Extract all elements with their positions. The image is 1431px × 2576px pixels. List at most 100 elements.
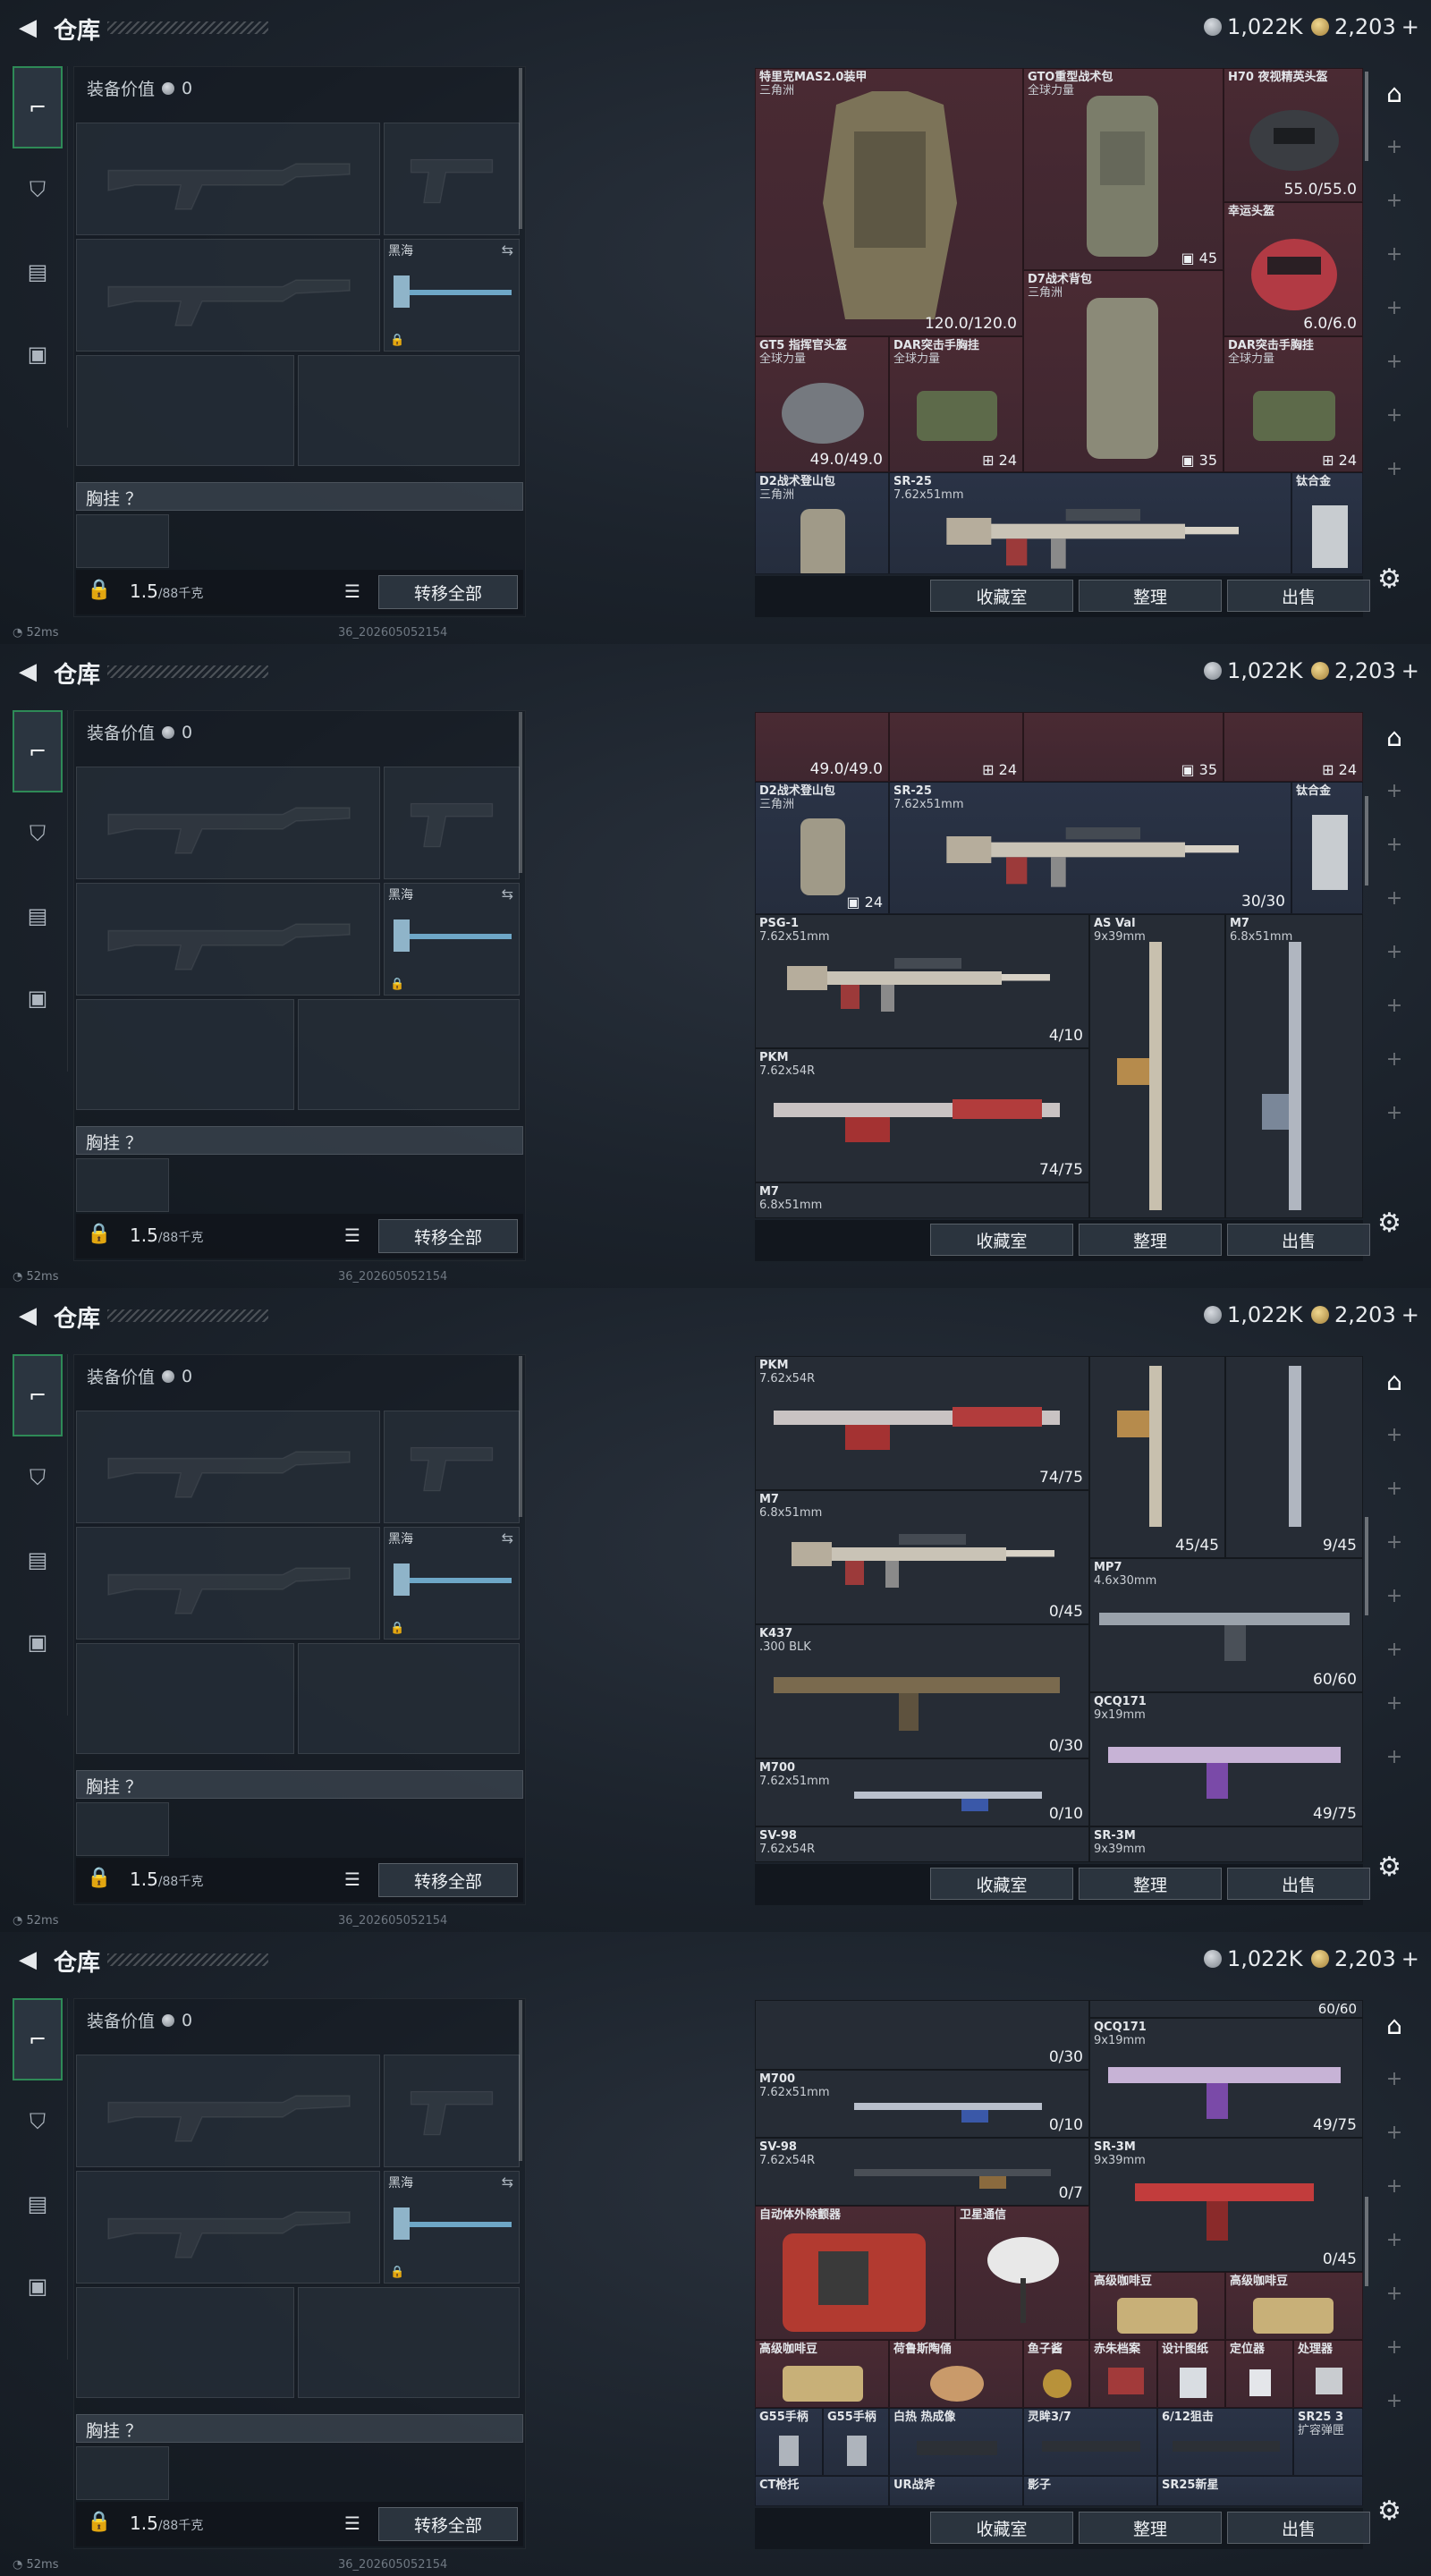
item-m7[interactable]: M7 6.8x51mm bbox=[1225, 914, 1363, 1218]
pistol-slot[interactable] bbox=[384, 2055, 520, 2167]
item-grip[interactable]: G55手柄 bbox=[755, 2408, 823, 2476]
item-nv-helmet[interactable]: H70 夜视精英头盔 55.0/55.0 bbox=[1224, 68, 1363, 202]
tab-armor[interactable]: ⛉ bbox=[13, 148, 63, 231]
item-sv98[interactable]: SV-98 7.62x54R 0/7 bbox=[755, 2138, 1089, 2206]
helmet-slot[interactable] bbox=[76, 999, 294, 1110]
add-storage-icon[interactable]: + bbox=[1374, 925, 1415, 979]
chest-rig-slot[interactable] bbox=[76, 1802, 169, 1856]
tab-clipboard[interactable]: ▤ bbox=[13, 1519, 63, 1601]
transfer-all-button[interactable]: 转移全部 bbox=[378, 575, 518, 609]
add-storage-icon[interactable]: + bbox=[1374, 388, 1415, 442]
item-sv98[interactable]: SV-98 7.62x54R bbox=[755, 1826, 1089, 1862]
add-storage-icon[interactable]: + bbox=[1374, 1515, 1415, 1569]
gear-icon[interactable]: ⚙ bbox=[1377, 564, 1401, 595]
item-coffee[interactable]: 高级咖啡豆 bbox=[755, 2340, 889, 2408]
sell-button[interactable]: 出售 bbox=[1227, 580, 1370, 612]
chest-rig-header[interactable]: 胸挂 ？ bbox=[76, 2414, 523, 2443]
add-storage-icon[interactable]: + bbox=[1374, 335, 1415, 388]
add-storage-icon[interactable]: + bbox=[1374, 1569, 1415, 1623]
vault-icon[interactable]: ⌂ bbox=[1374, 66, 1415, 120]
back-arrow-icon[interactable]: ◀ bbox=[13, 657, 43, 687]
gold-currency[interactable]: 2,203 + bbox=[1311, 1946, 1419, 1971]
pistol-slot[interactable] bbox=[384, 123, 520, 235]
add-storage-icon[interactable]: + bbox=[1374, 174, 1415, 227]
left-scrollbar[interactable] bbox=[519, 712, 522, 873]
item-psg1[interactable]: PSG-1 7.62x51mm 4/10 bbox=[755, 914, 1089, 1048]
add-storage-icon[interactable]: + bbox=[1374, 764, 1415, 818]
primary-weapon-slot[interactable] bbox=[76, 1411, 380, 1523]
list-icon[interactable]: ☰ bbox=[344, 2512, 360, 2534]
add-storage-icon[interactable]: + bbox=[1374, 1086, 1415, 1140]
melee-slot[interactable]: 黑海 ⇆ 🔒 bbox=[384, 2171, 520, 2284]
add-storage-icon[interactable]: + bbox=[1374, 1462, 1415, 1515]
transfer-all-button[interactable]: 转移全部 bbox=[378, 1219, 518, 1253]
add-storage-icon[interactable]: + bbox=[1374, 1676, 1415, 1730]
gold-currency[interactable]: 2,203 + bbox=[1311, 658, 1419, 683]
item-axe[interactable]: UR战斧 bbox=[889, 2476, 1023, 2506]
secondary-weapon-slot[interactable] bbox=[76, 2171, 380, 2284]
add-storage-icon[interactable]: + bbox=[1374, 2106, 1415, 2159]
item-statue[interactable]: 荷鲁斯陶俑 bbox=[889, 2340, 1023, 2408]
sort-button[interactable]: 整理 bbox=[1079, 1868, 1222, 1900]
tab-weapons[interactable]: ⌐ bbox=[13, 1998, 63, 2080]
add-storage-icon[interactable]: + bbox=[1374, 1730, 1415, 1784]
item-m700[interactable]: M700 7.62x51mm 0/10 bbox=[755, 2070, 1089, 2138]
helmet-slot[interactable] bbox=[76, 1643, 294, 1754]
tab-armor[interactable]: ⛉ bbox=[13, 2080, 63, 2163]
collection-button[interactable]: 收藏室 bbox=[930, 580, 1073, 612]
list-icon[interactable]: ☰ bbox=[344, 580, 360, 602]
item-gt5-helmet[interactable]: GT5 指挥官头盔 全球力量 49.0/49.0 bbox=[755, 336, 889, 472]
left-scrollbar[interactable] bbox=[519, 68, 522, 229]
tab-case[interactable]: ▣ bbox=[13, 957, 63, 1039]
item-archive[interactable]: 赤朱档案 bbox=[1089, 2340, 1157, 2408]
add-storage-icon[interactable]: + bbox=[1374, 1032, 1415, 1086]
armor-slot[interactable] bbox=[298, 2287, 520, 2398]
sort-button[interactable]: 整理 bbox=[1079, 580, 1222, 612]
chest-rig-slot[interactable] bbox=[76, 1158, 169, 1212]
secondary-weapon-slot[interactable] bbox=[76, 239, 380, 352]
tab-weapons[interactable]: ⌐ bbox=[13, 710, 63, 792]
secondary-weapon-slot[interactable] bbox=[76, 1527, 380, 1640]
item-m7[interactable]: 9/45 bbox=[1225, 1356, 1363, 1558]
add-currency-button[interactable]: + bbox=[1401, 1946, 1419, 1971]
gear-icon[interactable]: ⚙ bbox=[1377, 1852, 1401, 1883]
item-blueprint[interactable]: 设计图纸 bbox=[1157, 2340, 1225, 2408]
add-storage-icon[interactable]: + bbox=[1374, 120, 1415, 174]
item-armor[interactable]: 特里克MAS2.0装甲 三角洲 120.0/120.0 bbox=[755, 68, 1023, 336]
tab-clipboard[interactable]: ▤ bbox=[13, 231, 63, 313]
collection-button[interactable]: 收藏室 bbox=[930, 1224, 1073, 1256]
item-backpack[interactable]: GTO重型战术包 全球力量 ▣ 45 bbox=[1023, 68, 1224, 270]
item-dar-rig[interactable]: ⊞ 24 bbox=[889, 712, 1023, 782]
armor-slot[interactable] bbox=[298, 1643, 520, 1754]
add-currency-button[interactable]: + bbox=[1401, 1302, 1419, 1327]
helmet-slot[interactable] bbox=[76, 2287, 294, 2398]
item-stock[interactable]: CT枪托 bbox=[755, 2476, 889, 2506]
collection-button[interactable]: 收藏室 bbox=[930, 2512, 1073, 2544]
back-arrow-icon[interactable]: ◀ bbox=[13, 13, 43, 43]
grid-scrollbar[interactable] bbox=[1365, 796, 1368, 886]
item-caviar[interactable]: 鱼子酱 bbox=[1023, 2340, 1089, 2408]
grid-scrollbar[interactable] bbox=[1365, 2197, 1368, 2286]
item-lucky-helmet[interactable]: 幸运头盔 6.0/6.0 bbox=[1224, 202, 1363, 336]
collection-button[interactable]: 收藏室 bbox=[930, 1868, 1073, 1900]
item-k437[interactable]: K437.300 BLK 0/30 bbox=[755, 1624, 1089, 1758]
list-icon[interactable]: ☰ bbox=[344, 1224, 360, 1246]
tab-case[interactable]: ▣ bbox=[13, 1601, 63, 1683]
add-storage-icon[interactable]: + bbox=[1374, 1408, 1415, 1462]
item-k437[interactable]: 0/30 bbox=[755, 2000, 1089, 2070]
gold-currency[interactable]: 2,203 + bbox=[1311, 14, 1419, 39]
add-currency-button[interactable]: + bbox=[1401, 658, 1419, 683]
add-storage-icon[interactable]: + bbox=[1374, 1623, 1415, 1676]
tab-armor[interactable]: ⛉ bbox=[13, 792, 63, 875]
item-pkm[interactable]: PKM 7.62x54R 74/75 bbox=[755, 1048, 1089, 1182]
sort-button[interactable]: 整理 bbox=[1079, 1224, 1222, 1256]
vault-icon[interactable]: ⌂ bbox=[1374, 710, 1415, 764]
item-dar-rig[interactable]: ⊞ 24 bbox=[1224, 712, 1363, 782]
item-d2-backpack[interactable]: D2战术登山包 三角洲 ▣ 24 bbox=[755, 782, 889, 914]
tab-clipboard[interactable]: ▤ bbox=[13, 2163, 63, 2245]
item-thermal-scope[interactable]: 白热 热成像 bbox=[889, 2408, 1023, 2476]
chest-rig-header[interactable]: 胸挂 ？ bbox=[76, 1126, 523, 1155]
item-dar-rig[interactable]: DAR突击手胸挂 全球力量 ⊞ 24 bbox=[1224, 336, 1363, 472]
pistol-slot[interactable] bbox=[384, 767, 520, 879]
item-grip[interactable]: G55手柄 bbox=[823, 2408, 889, 2476]
